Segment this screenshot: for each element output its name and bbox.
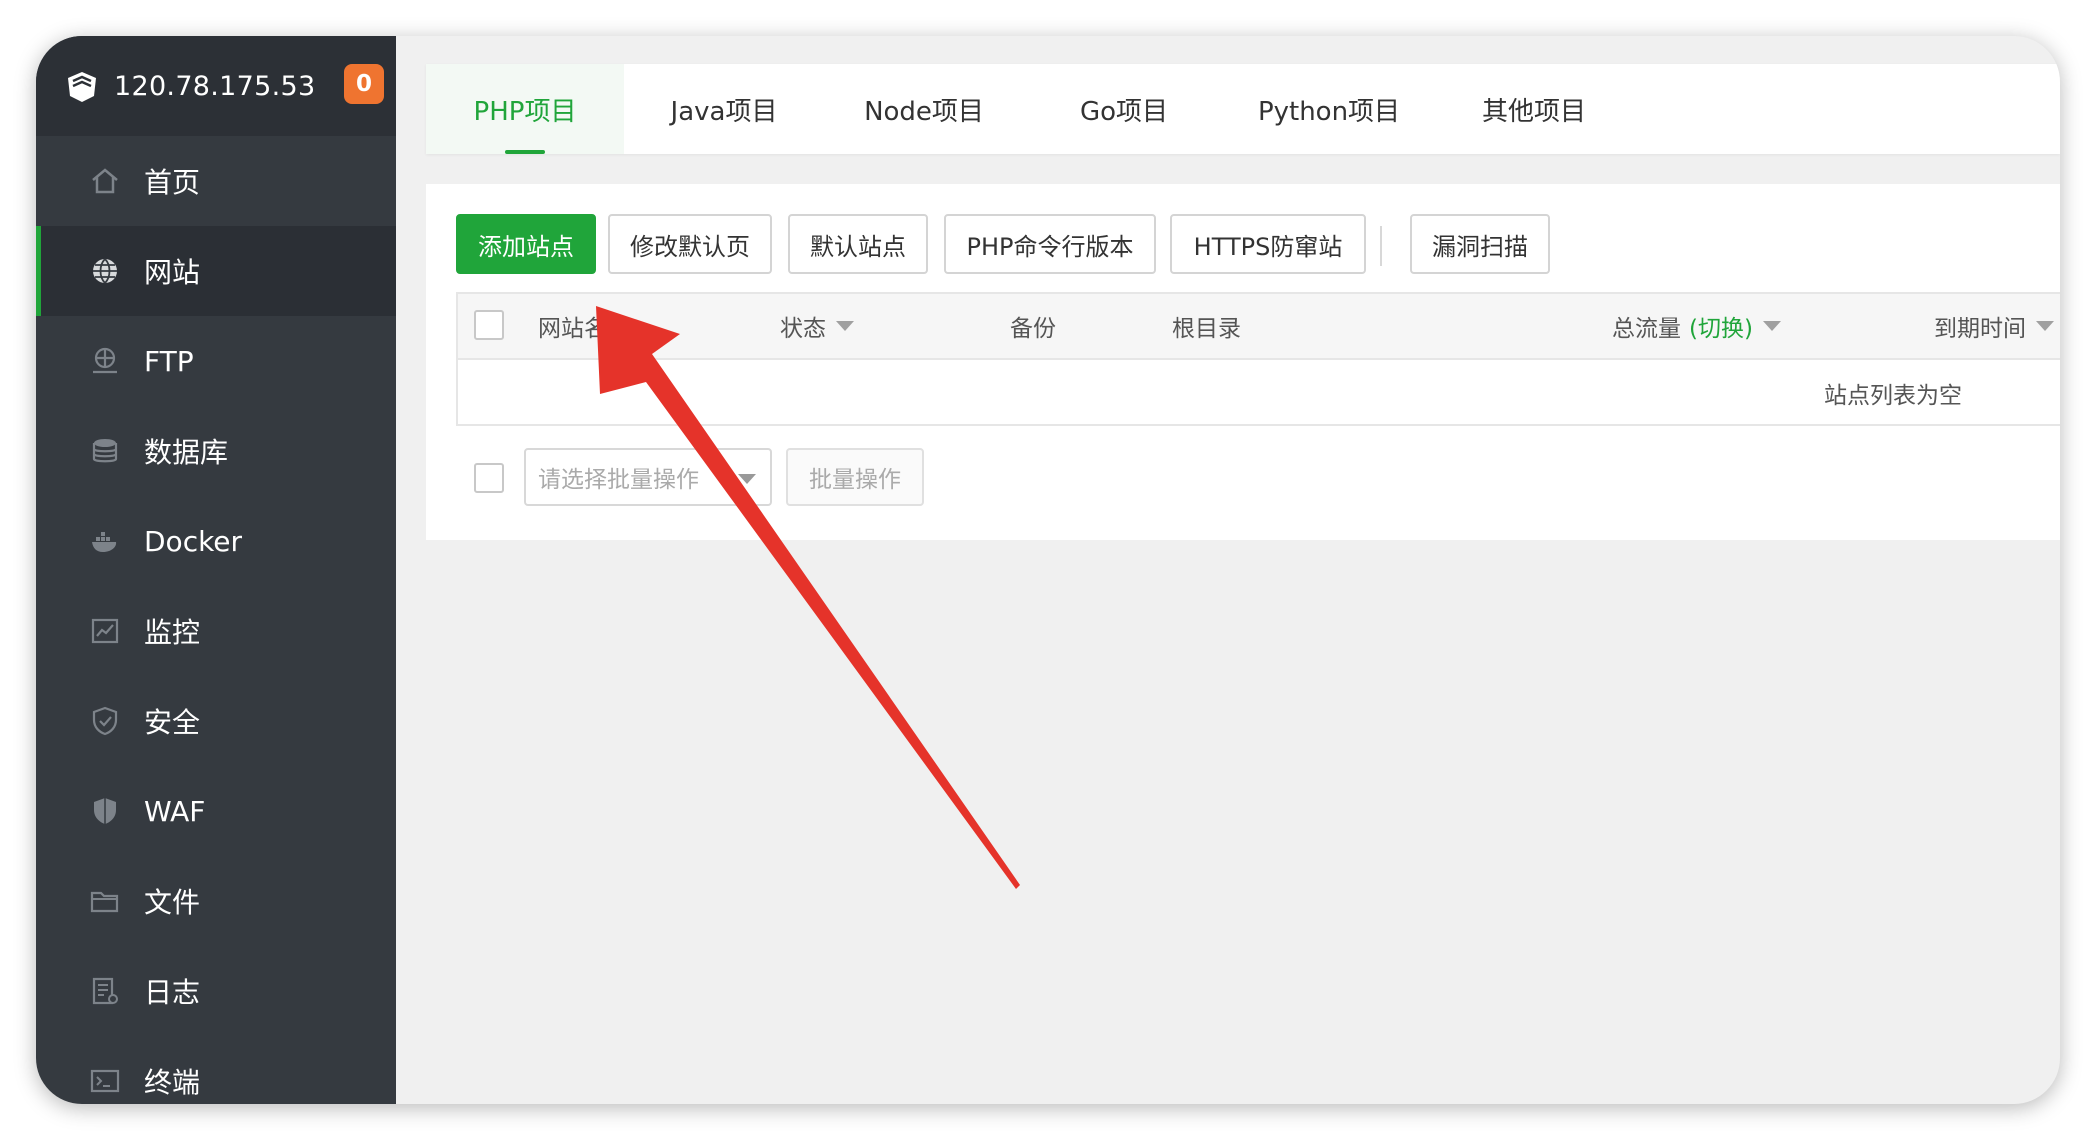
tab-python[interactable]: Python项目 — [1224, 64, 1434, 154]
edit-default-page-button[interactable]: 修改默认页 — [608, 214, 772, 274]
main-content: PHP项目 Java项目 Node项目 Go项目 Python项目 其他项目 添… — [396, 36, 2060, 1104]
empty-list-message: 站点列表为空 — [1824, 383, 1962, 409]
sidebar: 120.78.175.53 0 首页 网站 FTP 数据库 Docker 监控 … — [36, 36, 396, 1104]
tab-java[interactable]: Java项目 — [624, 64, 824, 154]
column-status[interactable]: 状态 — [780, 294, 854, 358]
sidebar-item-database[interactable]: 数据库 — [36, 406, 396, 496]
sidebar-item-monitor[interactable]: 监控 — [36, 586, 396, 676]
sidebar-item-label: WAF — [144, 794, 206, 828]
column-expire-time[interactable]: 到期时间 — [1934, 294, 2054, 358]
globe-icon — [88, 254, 122, 288]
server-ip: 120.78.175.53 — [114, 70, 316, 102]
sidebar-item-label: 监控 — [144, 616, 201, 649]
database-icon — [88, 434, 122, 468]
column-backup: 备份 — [1010, 316, 1056, 342]
https-guard-button[interactable]: HTTPS防窜站 — [1170, 214, 1366, 274]
sidebar-item-label: 日志 — [144, 976, 201, 1009]
tab-php[interactable]: PHP项目 — [426, 64, 624, 154]
app-window: 120.78.175.53 0 首页 网站 FTP 数据库 Docker 监控 … — [36, 36, 2060, 1104]
monitor-icon — [88, 614, 122, 648]
sidebar-item-files[interactable]: 文件 — [36, 856, 396, 946]
project-tabs: PHP项目 Java项目 Node项目 Go项目 Python项目 其他项目 — [426, 64, 2060, 154]
add-site-button[interactable]: 添加站点 — [456, 214, 596, 274]
column-total-traffic[interactable]: 总流量 (切换) — [1612, 294, 1781, 358]
site-table: 网站名 状态 备份 根目录 总流量 (切换) 到期时间 站点列表为空 — [456, 292, 2060, 426]
home-icon — [88, 164, 122, 198]
vuln-scan-button[interactable]: 漏洞扫描 — [1410, 214, 1550, 274]
shield-icon — [88, 704, 122, 738]
toolbar-divider — [1380, 226, 1382, 266]
notification-badge[interactable]: 0 — [344, 64, 384, 104]
log-icon — [88, 974, 122, 1008]
sort-caret-icon — [1762, 321, 1781, 331]
sidebar-item-label: 文件 — [144, 886, 201, 919]
traffic-toggle-link[interactable]: (切换) — [1689, 309, 1753, 343]
sidebar-item-label: Docker — [144, 524, 243, 558]
sidebar-header: 120.78.175.53 0 — [36, 36, 396, 136]
sidebar-item-label: 安全 — [144, 706, 201, 739]
tab-other[interactable]: 其他项目 — [1434, 64, 1634, 154]
php-cli-version-button[interactable]: PHP命令行版本 — [944, 214, 1156, 274]
column-site-name[interactable]: 网站名 — [538, 294, 607, 358]
sidebar-item-label: 网站 — [144, 256, 201, 289]
batch-select-placeholder: 请选择批量操作 — [538, 467, 699, 493]
terminal-icon — [88, 1064, 122, 1098]
sidebar-item-security[interactable]: 安全 — [36, 676, 396, 766]
batch-action-select[interactable]: 请选择批量操作 — [524, 448, 772, 506]
default-site-button[interactable]: 默认站点 — [788, 214, 928, 274]
sidebar-item-website[interactable]: 网站 — [36, 226, 396, 316]
panel-logo-icon — [68, 72, 96, 102]
batch-select-checkbox[interactable] — [474, 463, 504, 493]
sidebar-item-waf[interactable]: WAF — [36, 766, 396, 856]
site-panel: 添加站点 修改默认页 默认站点 PHP命令行版本 HTTPS防窜站 漏洞扫描 网… — [426, 184, 2060, 540]
sidebar-item-label: 数据库 — [144, 436, 229, 469]
docker-icon — [88, 524, 122, 558]
table-header: 网站名 状态 备份 根目录 总流量 (切换) 到期时间 — [458, 294, 2060, 360]
sidebar-item-docker[interactable]: Docker — [36, 496, 396, 586]
column-expire-label: 到期时间 — [1934, 316, 2026, 342]
batch-action-button[interactable]: 批量操作 — [786, 448, 924, 506]
sidebar-item-logs[interactable]: 日志 — [36, 946, 396, 1036]
column-traffic-label: 总流量 — [1612, 316, 1681, 342]
sidebar-item-label: FTP — [144, 344, 194, 378]
sidebar-item-label: 首页 — [144, 166, 201, 199]
sidebar-item-label: 终端 — [144, 1066, 201, 1099]
column-status-label: 状态 — [780, 316, 826, 342]
chevron-down-icon — [738, 474, 756, 484]
waf-icon — [88, 794, 122, 828]
folder-icon — [88, 884, 122, 918]
select-all-checkbox[interactable] — [474, 310, 504, 340]
tab-go[interactable]: Go项目 — [1024, 64, 1224, 154]
sidebar-item-terminal[interactable]: 终端 — [36, 1036, 396, 1104]
ftp-icon — [88, 344, 122, 378]
sidebar-item-ftp[interactable]: FTP — [36, 316, 396, 406]
sort-caret-icon — [836, 321, 854, 331]
tab-node[interactable]: Node项目 — [824, 64, 1024, 154]
column-root-dir: 根目录 — [1172, 316, 1241, 342]
sidebar-item-home[interactable]: 首页 — [36, 136, 396, 226]
sort-caret-icon — [2036, 321, 2054, 331]
